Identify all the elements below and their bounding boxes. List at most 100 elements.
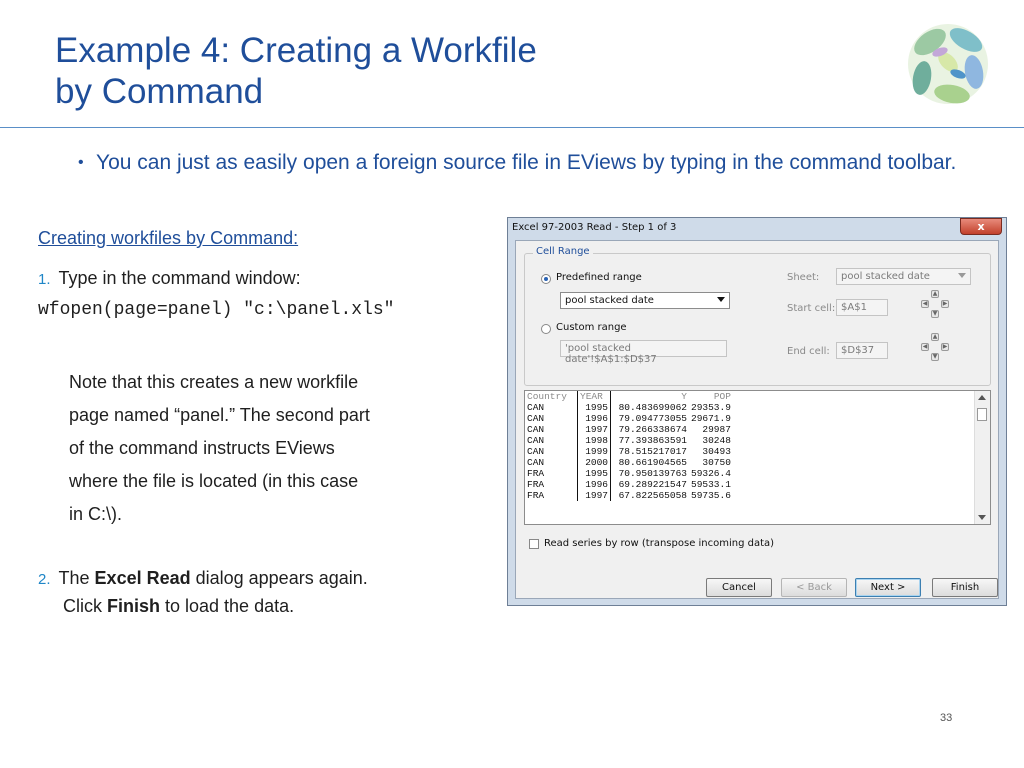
vertical-scrollbar[interactable] (974, 391, 990, 524)
back-button[interactable]: < Back (781, 578, 847, 597)
transpose-checkbox[interactable] (529, 539, 539, 549)
start-cell-right-icon[interactable]: ▶ (941, 300, 949, 308)
table-cell: 1998 (577, 435, 611, 446)
end-cell-right-icon[interactable]: ▶ (941, 343, 949, 351)
predefined-range-select[interactable]: pool stacked date (560, 292, 730, 309)
end-cell-down-icon[interactable]: ▼ (931, 353, 939, 361)
step-2-mid: dialog appears again. (190, 568, 368, 588)
table-header-row: Country YEAR Y POP (525, 391, 733, 402)
sheet-label: Sheet: (787, 272, 820, 283)
custom-range-label: Custom range (556, 322, 627, 333)
step-2-pre2: Click (63, 596, 107, 616)
table-row: CAN 1997 79.266338674 29987 (525, 424, 733, 435)
table-cell: CAN (525, 457, 578, 468)
step-2-pre: The (58, 568, 95, 588)
bullet-dot: • (78, 154, 84, 171)
table-cell: 70.950139763 (618, 468, 687, 479)
dialog-title: Excel 97-2003 Read - Step 1 of 3 (512, 222, 677, 233)
table-cell: CAN (525, 435, 578, 446)
table-cell: CAN (525, 402, 578, 413)
cell-range-group: Cell Range Predefined range pool stacked… (524, 246, 991, 386)
table-cell: CAN (525, 413, 578, 424)
step-2-bold-finish: Finish (107, 596, 160, 616)
table-cell: 67.822565058 (618, 490, 687, 501)
table-cell: 30750 (702, 457, 731, 468)
step-2-post: to load the data. (160, 596, 295, 616)
end-cell-label: End cell: (787, 346, 830, 357)
custom-range-field[interactable]: 'pool stacked date'!$A$1:$D$37 (560, 340, 727, 365)
start-cell-field[interactable]: $A$1 (836, 299, 888, 316)
note-line: Note that this creates a new workfile (69, 372, 359, 392)
excel-read-dialog: Excel 97-2003 Read - Step 1 of 3 x Cell … (507, 217, 1007, 606)
sheet-value: pool stacked date (841, 271, 930, 282)
scroll-up-icon[interactable] (978, 395, 986, 400)
cell-range-label: Cell Range (533, 246, 593, 257)
scroll-down-icon[interactable] (978, 515, 986, 520)
column-header: YEAR (577, 391, 611, 402)
table-cell: 1999 (577, 446, 611, 457)
table-cell: 1995 (577, 468, 611, 479)
table-cell: 30493 (702, 446, 731, 457)
end-cell-field[interactable]: $D$37 (836, 342, 888, 359)
start-cell-left-icon[interactable]: ◀ (921, 300, 929, 308)
step-2-bold-excel-read: Excel Read (94, 568, 191, 588)
predefined-range-label: Predefined range (556, 272, 642, 283)
custom-range-radio[interactable] (541, 324, 551, 334)
table-row: FRA 1995 70.950139763 59326.4 (525, 468, 733, 479)
end-cell-up-icon[interactable]: ▲ (931, 333, 939, 341)
command-text: wfopen(page=panel) "c:\panel.xls" (38, 300, 395, 320)
column-header: Country (525, 391, 578, 402)
predefined-range-value: pool stacked date (565, 295, 654, 306)
table-cell: 77.393863591 (618, 435, 687, 446)
section-heading: Creating workfiles by Command: (38, 228, 299, 248)
table-cell: 69.289221547 (618, 479, 687, 490)
slide-title: Example 4: Creating a Workfile by Comman… (55, 30, 537, 112)
table-cell: CAN (525, 446, 578, 457)
table-cell: 79.266338674 (618, 424, 687, 435)
table-cell: 1996 (577, 479, 611, 490)
start-cell-up-icon[interactable]: ▲ (931, 290, 939, 298)
step-1-text: Type in the command window: (58, 268, 301, 288)
column-header: POP (713, 391, 731, 402)
table-cell: 79.094773055 (618, 413, 687, 424)
table-cell: 29671.9 (691, 413, 731, 424)
table-row: FRA 1996 69.289221547 59533.1 (525, 479, 733, 490)
close-button[interactable]: x (960, 218, 1002, 235)
step-1: 1. Type in the command window: (38, 268, 301, 289)
table-cell: CAN (525, 424, 578, 435)
table-cell: 59735.6 (691, 490, 731, 501)
finish-button[interactable]: Finish (932, 578, 998, 597)
title-divider (0, 127, 1024, 128)
note-paragraph: Note that this creates a new workfile pa… (69, 366, 469, 531)
dialog-body: Cell Range Predefined range pool stacked… (515, 240, 999, 599)
close-icon: x (977, 220, 985, 233)
table-row: CAN 1999 78.515217017 30493 (525, 446, 733, 457)
column-header: Y (681, 391, 687, 402)
end-cell-left-icon[interactable]: ◀ (921, 343, 929, 351)
table-row: CAN 1998 77.393863591 30248 (525, 435, 733, 446)
decorative-logo (908, 24, 988, 104)
table-cell: 29987 (702, 424, 731, 435)
table-cell: 80.661904565 (618, 457, 687, 468)
note-line: page named “panel.” The second part (69, 405, 370, 425)
data-preview-grid[interactable]: Country YEAR Y POP CAN 1995 80.483699062… (524, 390, 991, 525)
sheet-select[interactable]: pool stacked date (836, 268, 971, 285)
table-cell: 1997 (577, 424, 611, 435)
cancel-button[interactable]: Cancel (706, 578, 772, 597)
table-row: CAN 1995 80.483699062 29353.9 (525, 402, 733, 413)
predefined-range-radio[interactable] (541, 274, 551, 284)
intro-bullet: • You can just as easily open a foreign … (78, 148, 958, 177)
table-row: CAN 1996 79.094773055 29671.9 (525, 413, 733, 424)
table-row: CAN 2000 80.661904565 30750 (525, 457, 733, 468)
next-button[interactable]: Next > (855, 578, 921, 597)
step-2-number: 2. (38, 571, 51, 588)
table-cell: 1995 (577, 402, 611, 413)
scroll-thumb[interactable] (977, 408, 987, 421)
table-cell: 2000 (577, 457, 611, 468)
start-cell-down-icon[interactable]: ▼ (931, 310, 939, 318)
table-cell: 59326.4 (691, 468, 731, 479)
note-line: where the file is located (in this case (69, 471, 359, 491)
chevron-down-icon (958, 273, 966, 278)
table-cell: 29353.9 (691, 402, 731, 413)
step-2: 2. The Excel Read dialog appears again. C… (38, 565, 368, 620)
